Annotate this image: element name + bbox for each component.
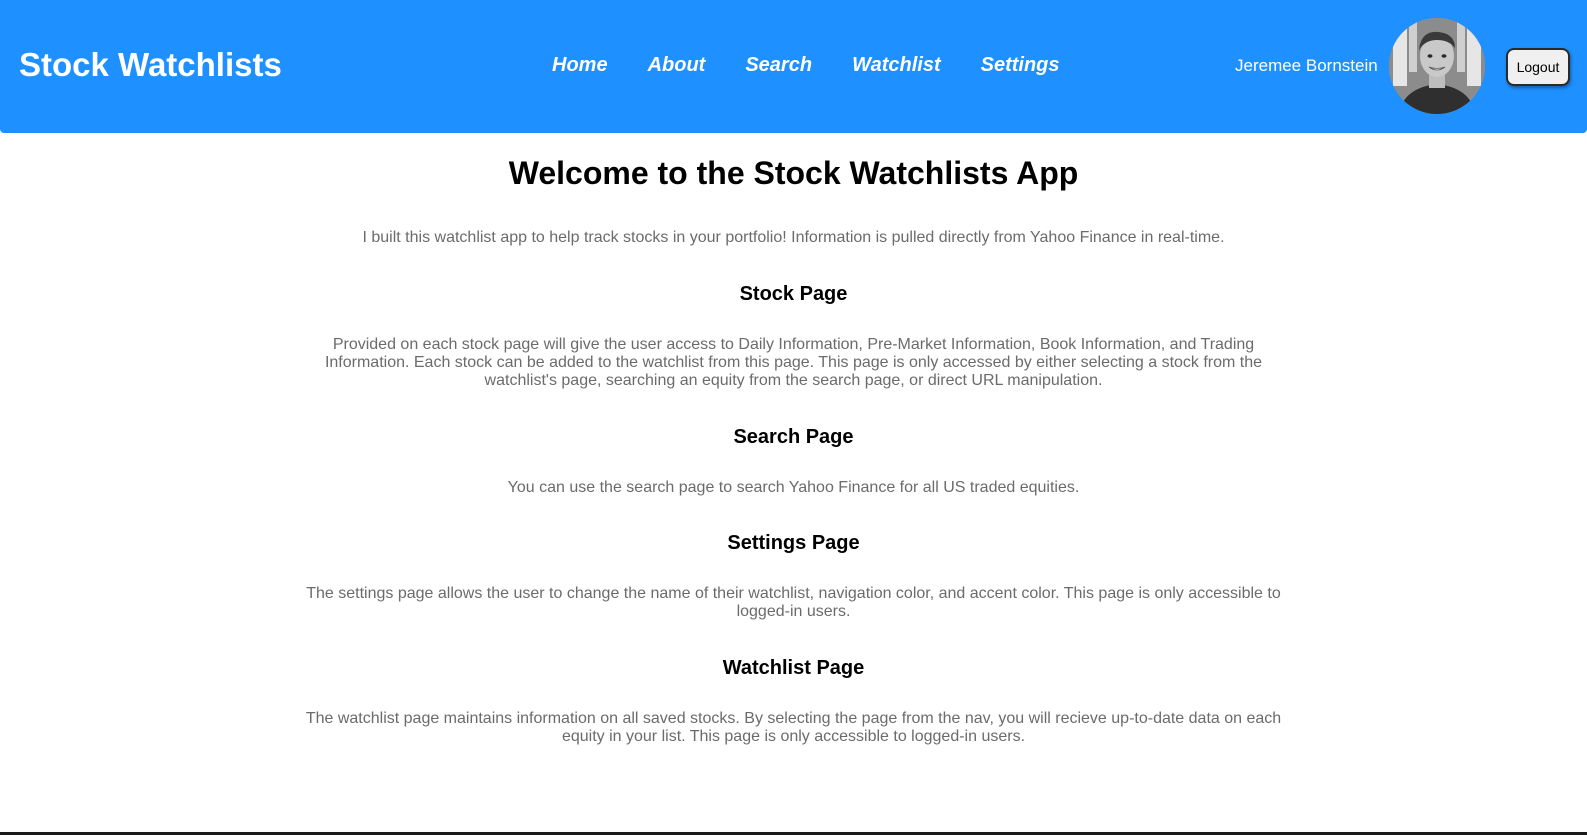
brand-title[interactable]: Stock Watchlists [19, 46, 282, 84]
user-photo-icon [1389, 18, 1485, 114]
watchlist-page-heading: Watchlist Page [722, 657, 865, 679]
stock-page-text: Provided on each stock page will give th… [324, 336, 1263, 389]
user-name: Jeremee Bornstein [1235, 56, 1378, 75]
logout-button[interactable]: Logout [1506, 48, 1570, 86]
settings-page-heading: Settings Page [727, 532, 860, 554]
watchlist-page-text: The watchlist page maintains information… [305, 710, 1282, 745]
intro-text: I built this watchlist app to help track… [362, 229, 1225, 246]
search-page-heading: Search Page [733, 426, 854, 448]
page-title: Welcome to the Stock Watchlists App [508, 155, 1079, 191]
nav-link-about[interactable]: About [648, 54, 706, 77]
nav-links: Home About Search Watchlist Settings [552, 54, 1060, 77]
main-content: Welcome to the Stock Watchlists App I bu… [0, 133, 1587, 746]
nav-link-watchlist[interactable]: Watchlist [852, 54, 941, 77]
nav-link-settings[interactable]: Settings [981, 54, 1060, 77]
settings-page-text: The settings page allows the user to cha… [306, 585, 1281, 620]
nav-link-search[interactable]: Search [745, 54, 812, 77]
avatar [1389, 18, 1485, 114]
search-page-text: You can use the search page to search Ya… [507, 479, 1080, 496]
stock-page-heading: Stock Page [739, 283, 848, 305]
nav-link-home[interactable]: Home [552, 54, 608, 77]
top-navbar: Stock Watchlists Home About Search Watch… [0, 0, 1587, 133]
